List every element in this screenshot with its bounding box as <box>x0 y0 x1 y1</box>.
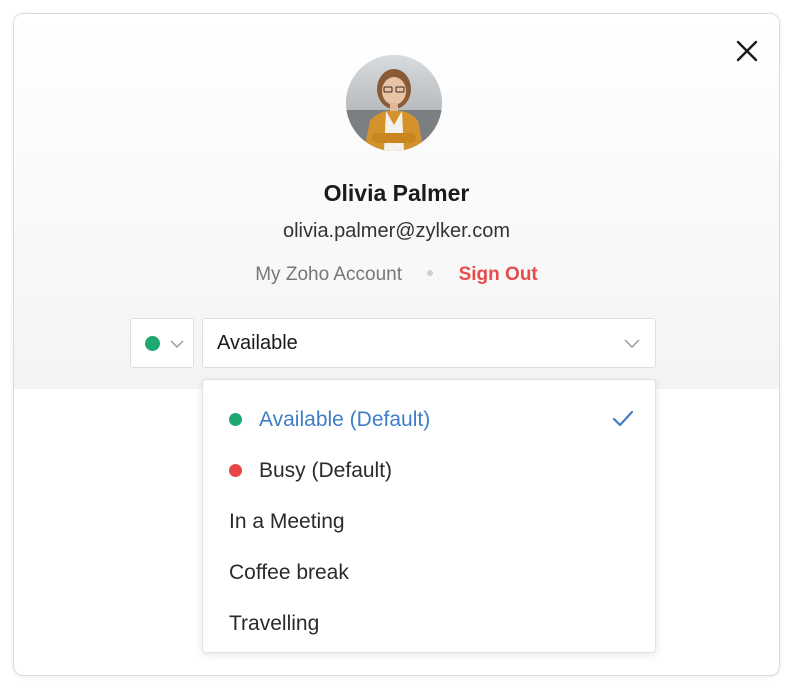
status-option-travelling[interactable]: Travelling <box>203 599 655 649</box>
status-color-select[interactable] <box>130 318 194 368</box>
avatar-photo <box>346 55 442 151</box>
status-option-in-a-meeting[interactable]: In a Meeting <box>203 497 655 547</box>
chevron-down-icon <box>624 339 640 349</box>
busy-dot <box>229 464 242 477</box>
check-icon <box>612 410 634 427</box>
sign-out-link[interactable]: Sign Out <box>459 264 538 285</box>
status-option-available[interactable]: Available (Default) <box>203 395 655 445</box>
user-name: Olivia Palmer <box>323 180 470 206</box>
chevron-down-icon <box>170 340 184 349</box>
status-option-label: Travelling <box>229 612 320 635</box>
profile-status-panel: Olivia Palmer olivia.palmer@zylker.com M… <box>13 13 780 676</box>
my-account-link[interactable]: My Zoho Account <box>255 264 402 285</box>
status-option-label: In a Meeting <box>229 510 345 533</box>
avatar <box>346 55 442 151</box>
status-option-coffee-break[interactable]: Coffee break <box>203 548 655 598</box>
status-dropdown: Available (Default) Busy (Default) In a … <box>202 379 656 653</box>
user-email: olivia.palmer@zylker.com <box>282 220 511 242</box>
status-option-label: Available (Default) <box>259 408 431 431</box>
close-button[interactable] <box>732 36 762 66</box>
status-select-value: Available <box>217 332 298 354</box>
close-icon <box>736 40 758 62</box>
account-links: My Zoho Account Sign Out <box>14 264 779 286</box>
status-option-label: Busy (Default) <box>259 459 393 482</box>
separator-dot <box>427 269 434 276</box>
status-dot <box>145 336 160 351</box>
status-option-busy[interactable]: Busy (Default) <box>203 446 655 496</box>
status-select[interactable]: Available <box>202 318 656 368</box>
available-dot <box>229 413 242 426</box>
status-option-label: Coffee break <box>229 561 349 584</box>
